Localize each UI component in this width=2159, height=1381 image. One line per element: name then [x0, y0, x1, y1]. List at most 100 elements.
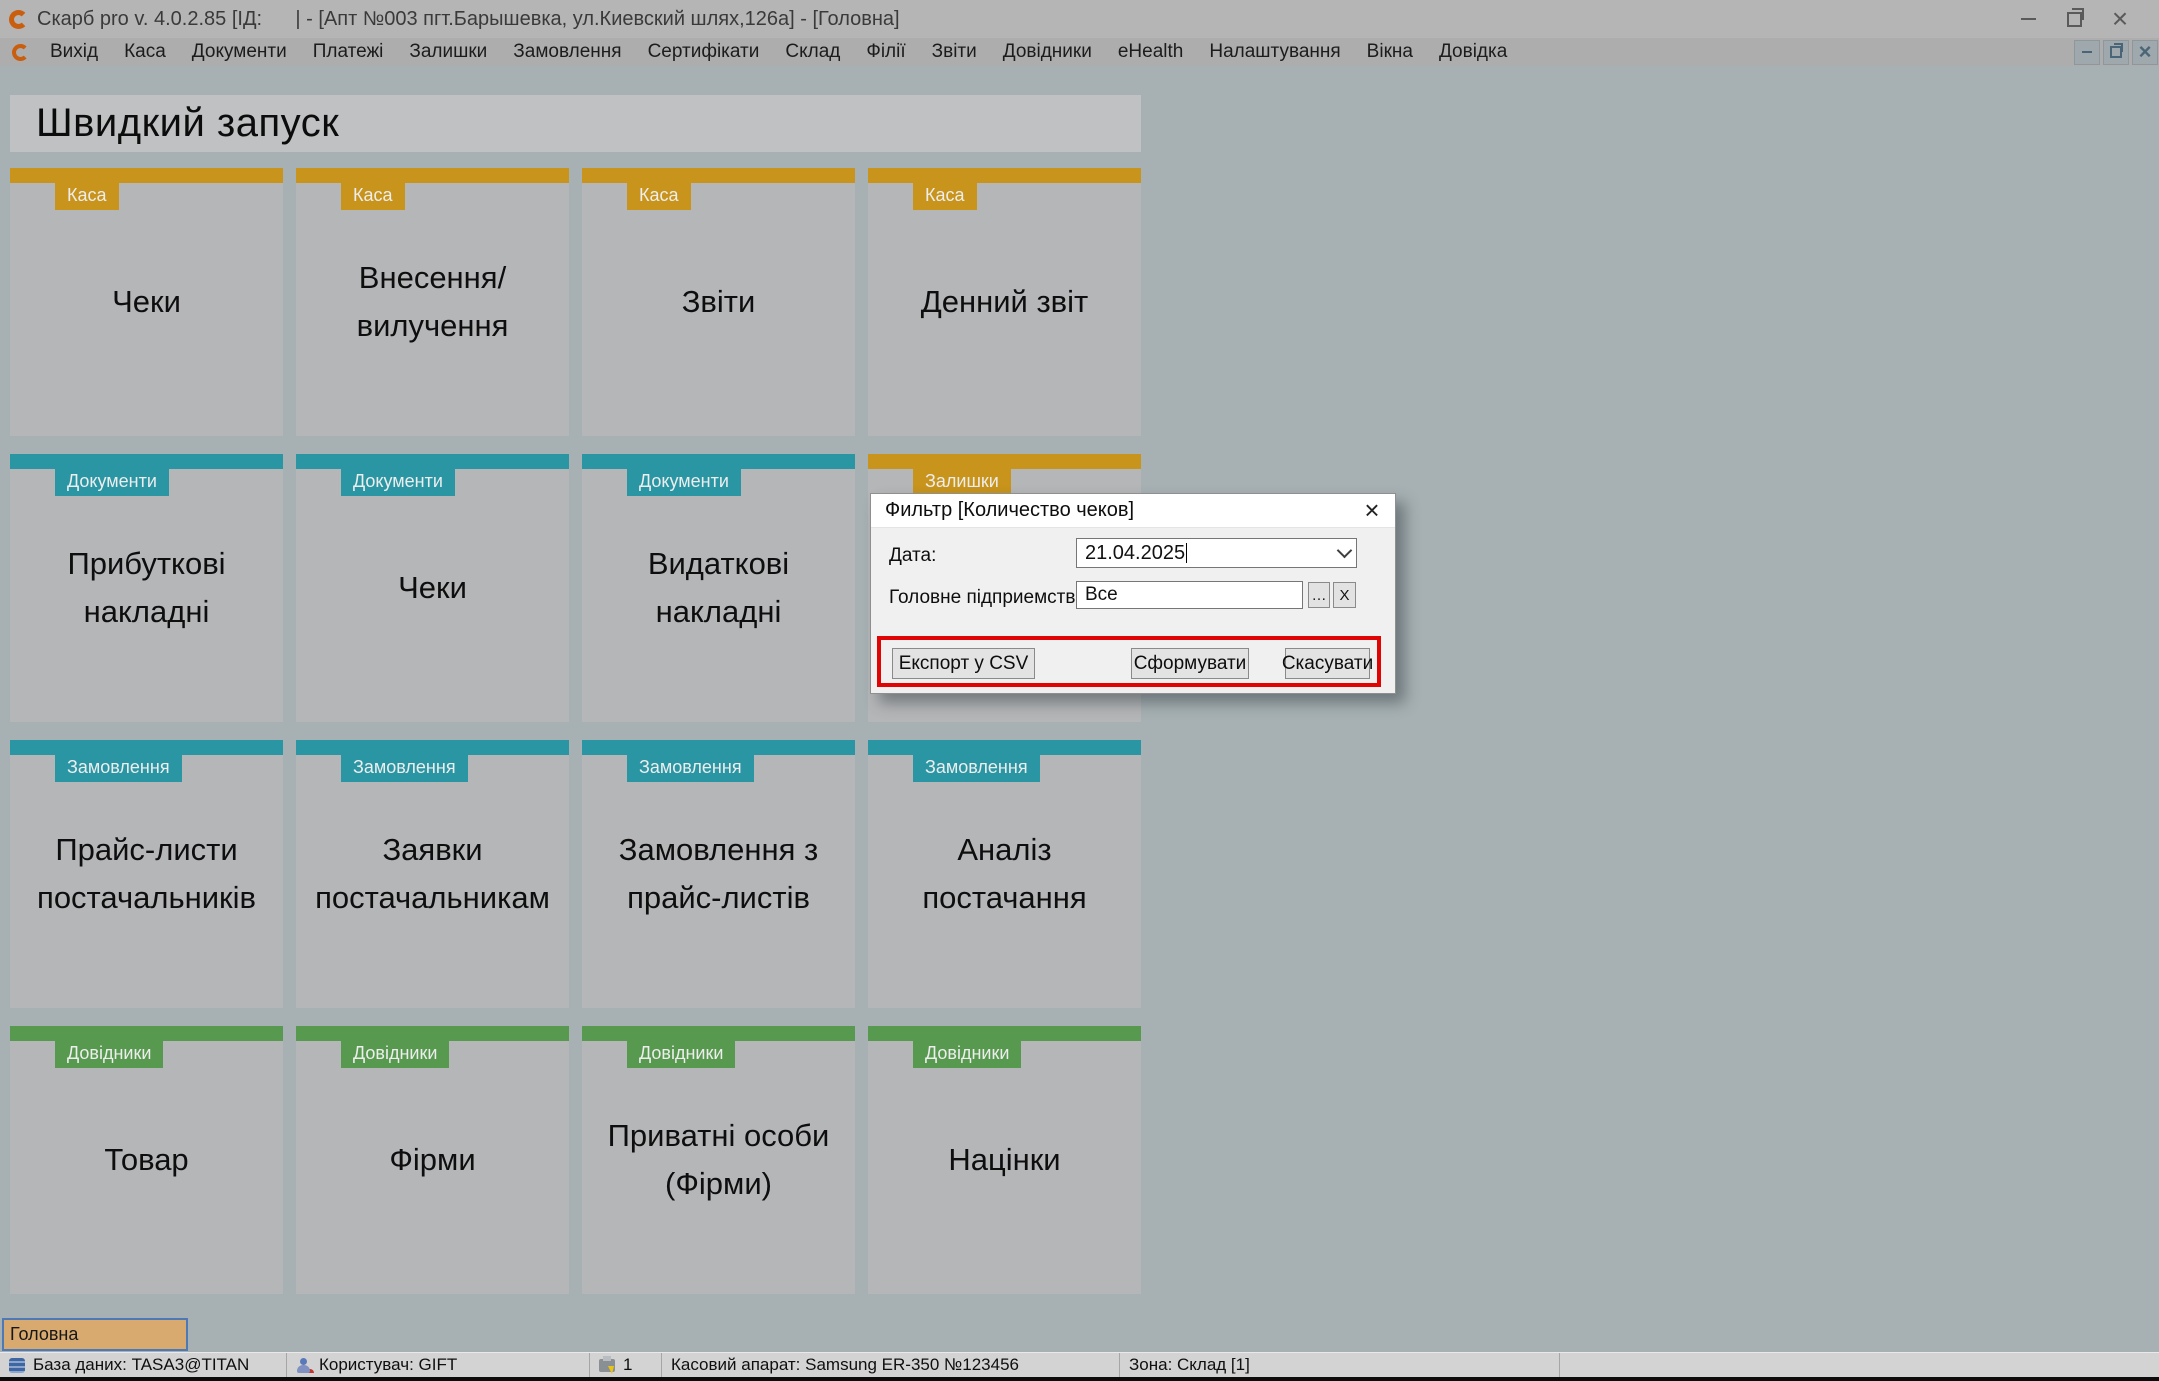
tile-label: Аналіз постачання — [868, 740, 1141, 1008]
status-count-text: 1 — [623, 1355, 632, 1375]
menu-item-1[interactable]: Каса — [111, 39, 179, 65]
bottom-edge — [0, 1377, 2159, 1381]
status-cash-register-text: Касовий апарат: Samsung ER-350 №123456 — [671, 1355, 1019, 1375]
menu-item-2[interactable]: Документи — [179, 39, 300, 65]
status-receipt-count: 1 — [590, 1353, 662, 1377]
generate-button[interactable]: Сформувати — [1131, 648, 1249, 679]
window-controls: × — [2005, 2, 2143, 36]
menu-item-0[interactable]: Вихід — [37, 39, 111, 65]
mdi-minimize-button[interactable] — [2074, 40, 2100, 65]
enterprise-clear-button[interactable]: X — [1333, 582, 1356, 608]
dialog-titlebar: Фильтр [Количество чеков] × — [871, 494, 1395, 528]
minimize-icon — [2082, 51, 2092, 53]
database-icon — [9, 1358, 25, 1373]
filter-dialog: Фильтр [Количество чеков] × Дата: 21.04.… — [870, 493, 1396, 694]
status-database: База даних: TASA3@TITAN — [0, 1353, 287, 1377]
tile-label: Приватні особи (Фірми) — [582, 1026, 855, 1294]
quick-launch-grid: Каса Чеки Каса Внесення/вилучення Каса З… — [10, 168, 1141, 1294]
mdi-close-button[interactable]: × — [2132, 40, 2158, 65]
enterprise-lookup-button[interactable]: … — [1308, 582, 1330, 608]
date-field-label: Дата: — [889, 545, 936, 567]
status-user-text: Користувач: GIFT — [319, 1355, 457, 1375]
close-button[interactable]: × — [2097, 2, 2143, 36]
restore-icon — [2110, 46, 2122, 58]
quick-launch-tile[interactable]: Замовлення Аналіз постачання — [868, 740, 1141, 1008]
minimize-icon — [2021, 18, 2036, 20]
tile-label: Чеки — [10, 168, 283, 436]
quick-launch-tile[interactable]: Документи Прибуткові накладні — [10, 454, 283, 722]
quick-launch-tile[interactable]: Каса Внесення/вилучення — [296, 168, 569, 436]
quick-launch-tile[interactable]: Довідники Фірми — [296, 1026, 569, 1294]
tile-label: Заявки постачальникам — [296, 740, 569, 1008]
tab-golovna[interactable]: Головна — [2, 1318, 188, 1351]
close-icon: × — [2112, 5, 2128, 33]
status-cash-register: Касовий апарат: Samsung ER-350 №123456 — [662, 1353, 1120, 1377]
page-title: Швидкий запуск — [36, 101, 339, 146]
cancel-button[interactable]: Скасувати — [1285, 648, 1370, 679]
receipt-printer-icon — [599, 1359, 615, 1372]
tile-label: Денний звіт — [868, 168, 1141, 436]
tile-label: Прайс-листи постачальників — [10, 740, 283, 1008]
restore-icon — [2067, 12, 2082, 27]
dialog-close-icon[interactable]: × — [1357, 496, 1387, 526]
quick-launch-tile[interactable]: Каса Звіти — [582, 168, 855, 436]
menu-item-12[interactable]: Налаштування — [1196, 39, 1353, 65]
chevron-down-icon[interactable] — [1337, 543, 1353, 559]
quick-launch-tile[interactable]: Довідники Товар — [10, 1026, 283, 1294]
quick-launch-tile[interactable]: Довідники Націнки — [868, 1026, 1141, 1294]
mdi-restore-button[interactable] — [2103, 40, 2129, 65]
app-logo-icon — [9, 10, 28, 29]
tile-label: Звіти — [582, 168, 855, 436]
window-title: Скарб pro v. 4.0.2.85 [ІД: | - [Апт №003… — [37, 8, 900, 31]
status-database-text: База даних: TASA3@TITAN — [33, 1355, 249, 1375]
close-icon: × — [2139, 41, 2152, 63]
tile-label: Замовлення з прайс-листів — [582, 740, 855, 1008]
menu-item-14[interactable]: Довідка — [1426, 39, 1520, 65]
tile-label: Прибуткові накладні — [10, 454, 283, 722]
text-caret — [1186, 543, 1187, 563]
menu-bar: ВихідКасаДокументиПлатежіЗалишкиЗамовлен… — [0, 38, 2159, 66]
enterprise-value: Все — [1085, 584, 1118, 606]
status-zone: Зона: Склад [1] — [1120, 1353, 1560, 1377]
status-bar: База даних: TASA3@TITAN Користувач: GIFT… — [0, 1352, 2159, 1377]
date-combobox[interactable]: 21.04.2025 — [1076, 538, 1357, 568]
tile-label: Націнки — [868, 1026, 1141, 1294]
restore-button[interactable] — [2051, 2, 2097, 36]
tile-label: Фірми — [296, 1026, 569, 1294]
mdi-child-icon — [12, 44, 29, 61]
date-value: 21.04.2025 — [1085, 542, 1185, 565]
dialog-title: Фильтр [Количество чеков] — [885, 499, 1134, 522]
quick-launch-tile[interactable]: Замовлення Замовлення з прайс-листів — [582, 740, 855, 1008]
quick-launch-tile[interactable]: Замовлення Прайс-листи постачальників — [10, 740, 283, 1008]
quick-launch-tile[interactable]: Документи Видаткові накладні — [582, 454, 855, 722]
status-filler — [1560, 1353, 2159, 1377]
mdi-window-controls: × — [2071, 40, 2158, 65]
quick-launch-tile[interactable]: Каса Чеки — [10, 168, 283, 436]
export-csv-button[interactable]: Експорт у CSV — [892, 648, 1035, 679]
status-user: Користувач: GIFT — [287, 1353, 590, 1377]
enterprise-input[interactable]: Все — [1076, 581, 1303, 609]
quick-launch-tile[interactable]: Документи Чеки — [296, 454, 569, 722]
user-icon — [296, 1358, 311, 1373]
quick-launch-tile[interactable]: Каса Денний звіт — [868, 168, 1141, 436]
status-zone-text: Зона: Склад [1] — [1129, 1355, 1250, 1375]
tile-label: Внесення/вилучення — [296, 168, 569, 436]
menu-item-3[interactable]: Платежі — [300, 39, 397, 65]
menu-item-11[interactable]: eHealth — [1105, 39, 1197, 65]
tile-label: Чеки — [296, 454, 569, 722]
minimize-button[interactable] — [2005, 2, 2051, 36]
quick-launch-tile[interactable]: Замовлення Заявки постачальникам — [296, 740, 569, 1008]
tile-label: Видаткові накладні — [582, 454, 855, 722]
tab-label: Головна — [10, 1324, 78, 1345]
menu-item-6[interactable]: Сертифікати — [635, 39, 773, 65]
menu-item-10[interactable]: Довідники — [990, 39, 1105, 65]
menu-bar-items: ВихідКасаДокументиПлатежіЗалишкиЗамовлен… — [37, 39, 1520, 65]
menu-item-13[interactable]: Вікна — [1354, 39, 1426, 65]
menu-item-5[interactable]: Замовлення — [500, 39, 634, 65]
menu-item-8[interactable]: Філії — [853, 39, 918, 65]
menu-item-4[interactable]: Залишки — [396, 39, 500, 65]
quick-launch-tile[interactable]: Довідники Приватні особи (Фірми) — [582, 1026, 855, 1294]
menu-item-9[interactable]: Звіти — [919, 39, 990, 65]
highlight-rectangle: Експорт у CSV Сформувати Скасувати — [877, 636, 1381, 687]
menu-item-7[interactable]: Склад — [772, 39, 853, 65]
